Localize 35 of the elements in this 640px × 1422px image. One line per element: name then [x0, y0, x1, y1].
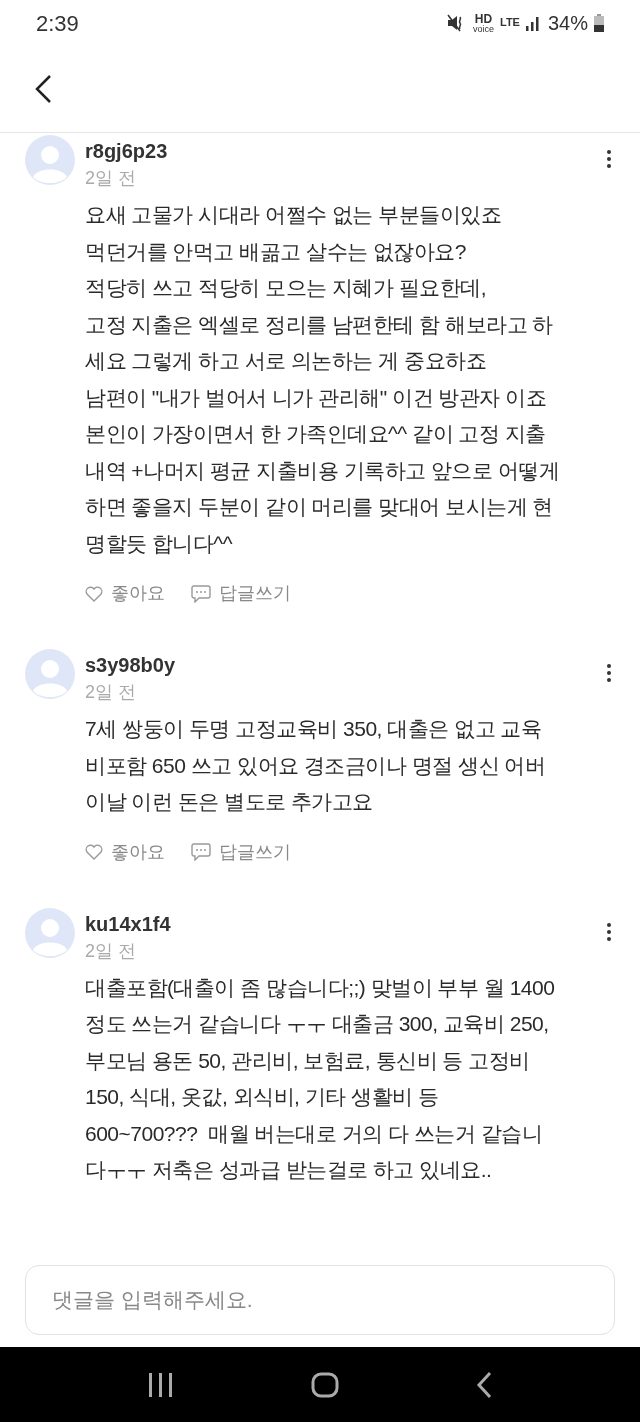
battery-icon: [594, 14, 604, 32]
username[interactable]: ku14x1f4: [85, 909, 171, 938]
more-options-icon[interactable]: [606, 663, 612, 683]
network-label: LTE: [500, 15, 520, 30]
reply-button[interactable]: 답글쓰기: [191, 838, 291, 866]
comment-text: 대출포함(대출이 좀 많습니다;;) 맞벌이 부부 월 1400 정도 쓰는거 같습니다 ㅜㅜ 대출금 300, 교육비 250, 부모님 용돈 50, 관리비, 보험료, 통신비 등 고정비 150, 식대, 옷값, 외식비, 기타 생활비 등 600~700??? 매월 버는대로 거의 다 쓰는거 같습니 다ㅜㅜ 저축은 성과급 받는걸로 하고 있네요..: [85, 974, 556, 1183]
comment-text: 요새 고물가 시대라 어쩔수 없는 부분들이있죠 먹던거를 안먹고 배곪고 살수는 없잖아요? 적당히 쓰고 적당히 모으는 지혜가 필요한데, 고정 지출은 엑셀로 정리를 남편한테 함 해보라고 하 세요 그렇게 하고 서로 의논하는 게 중요하죠 남편이 "내가 벌어서 니가 관리해" 이건 방관자 이죠 본인이 가장이면서 한 가족인데요^^ 같이 고정 지출 내역 +나머지 평균 지출비용 기록하고 앞으로 어떻게 하면 좋을지 두분이 같이 머리를 맞대어 보시는게 현 명할듯 합니다^^: [85, 202, 561, 557]
chat-bubble-icon: [191, 843, 211, 861]
comment-time: 2일 전: [85, 939, 137, 963]
like-button[interactable]: 좋아요: [85, 580, 165, 607]
back-icon[interactable]: [475, 1370, 492, 1399]
username[interactable]: r8gj6p23: [85, 137, 168, 165]
recent-apps-icon[interactable]: [148, 1372, 175, 1397]
comment-time: 2일 전: [85, 681, 137, 704]
battery-percent: 34%: [547, 11, 588, 36]
voice-label: voice: [473, 24, 494, 34]
heart-icon: [85, 844, 103, 860]
avatar-icon: [25, 649, 75, 699]
more-options-icon[interactable]: [606, 921, 612, 942]
like-button[interactable]: 좋아요: [85, 838, 165, 866]
comment-input[interactable]: 댓글을 입력해주세요.: [25, 1265, 615, 1335]
avatar-icon: [25, 135, 75, 185]
more-options-icon[interactable]: [606, 149, 612, 169]
chat-bubble-icon: [191, 584, 211, 603]
avatar-icon: [25, 907, 75, 958]
hd-label: HD: [474, 12, 493, 25]
back-icon[interactable]: [34, 74, 52, 104]
comment-text: 7세 쌍둥이 두명 고정교육비 350, 대출은 없고 교육 비포함 650 쓰고 있어요 경조금이나 명절 생신 어버 이날 이런 돈은 별도로 추가고요: [85, 716, 547, 815]
home-icon[interactable]: [311, 1371, 339, 1398]
username[interactable]: s3y98b0y: [85, 651, 176, 679]
status-time: 2:39: [36, 9, 79, 38]
signal-icon: [525, 15, 542, 31]
comment-time: 2일 전: [85, 167, 137, 190]
heart-icon: [85, 585, 103, 602]
reply-button[interactable]: 답글쓰기: [191, 580, 291, 607]
